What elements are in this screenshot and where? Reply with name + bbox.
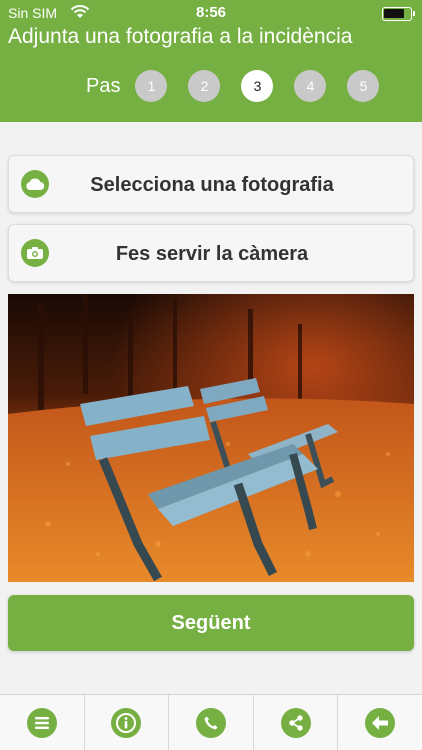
step-1: 1 bbox=[135, 70, 168, 102]
tab-info[interactable] bbox=[85, 695, 170, 750]
select-photo-button[interactable]: Selecciona una fotografia bbox=[8, 155, 414, 213]
select-photo-label: Selecciona una fotografia bbox=[90, 174, 334, 196]
selected-photo bbox=[8, 294, 414, 582]
info-icon bbox=[111, 707, 142, 738]
use-camera-button[interactable]: Fes servir la càmera bbox=[8, 224, 414, 282]
back-arrow-icon bbox=[365, 707, 396, 738]
tab-bar bbox=[0, 694, 422, 750]
step-5: 5 bbox=[347, 70, 380, 102]
step-2: 2 bbox=[188, 70, 221, 102]
header: Sin SIM 8:56 Adjunta una fotografia a la… bbox=[0, 0, 422, 122]
steps-label: Pas bbox=[86, 74, 121, 97]
share-icon bbox=[280, 707, 311, 738]
use-camera-label: Fes servir la càmera bbox=[115, 243, 309, 265]
step-4: 4 bbox=[294, 70, 327, 102]
step-3: 3 bbox=[241, 70, 274, 102]
phone-icon bbox=[195, 707, 226, 738]
tab-back[interactable] bbox=[338, 695, 422, 750]
page-title: Adjunta una fotografia a la incidència bbox=[8, 25, 353, 48]
status-bar: Sin SIM 8:56 bbox=[0, 3, 422, 25]
tab-menu[interactable] bbox=[0, 695, 85, 750]
clock: 8:56 bbox=[195, 4, 227, 21]
tab-phone[interactable] bbox=[169, 695, 254, 750]
menu-icon bbox=[26, 707, 57, 738]
tab-share[interactable] bbox=[254, 695, 339, 750]
battery-icon bbox=[382, 7, 415, 21]
next-button[interactable]: Següent bbox=[8, 595, 414, 651]
step-indicator: Pas 1 2 3 4 5 bbox=[86, 69, 400, 103]
